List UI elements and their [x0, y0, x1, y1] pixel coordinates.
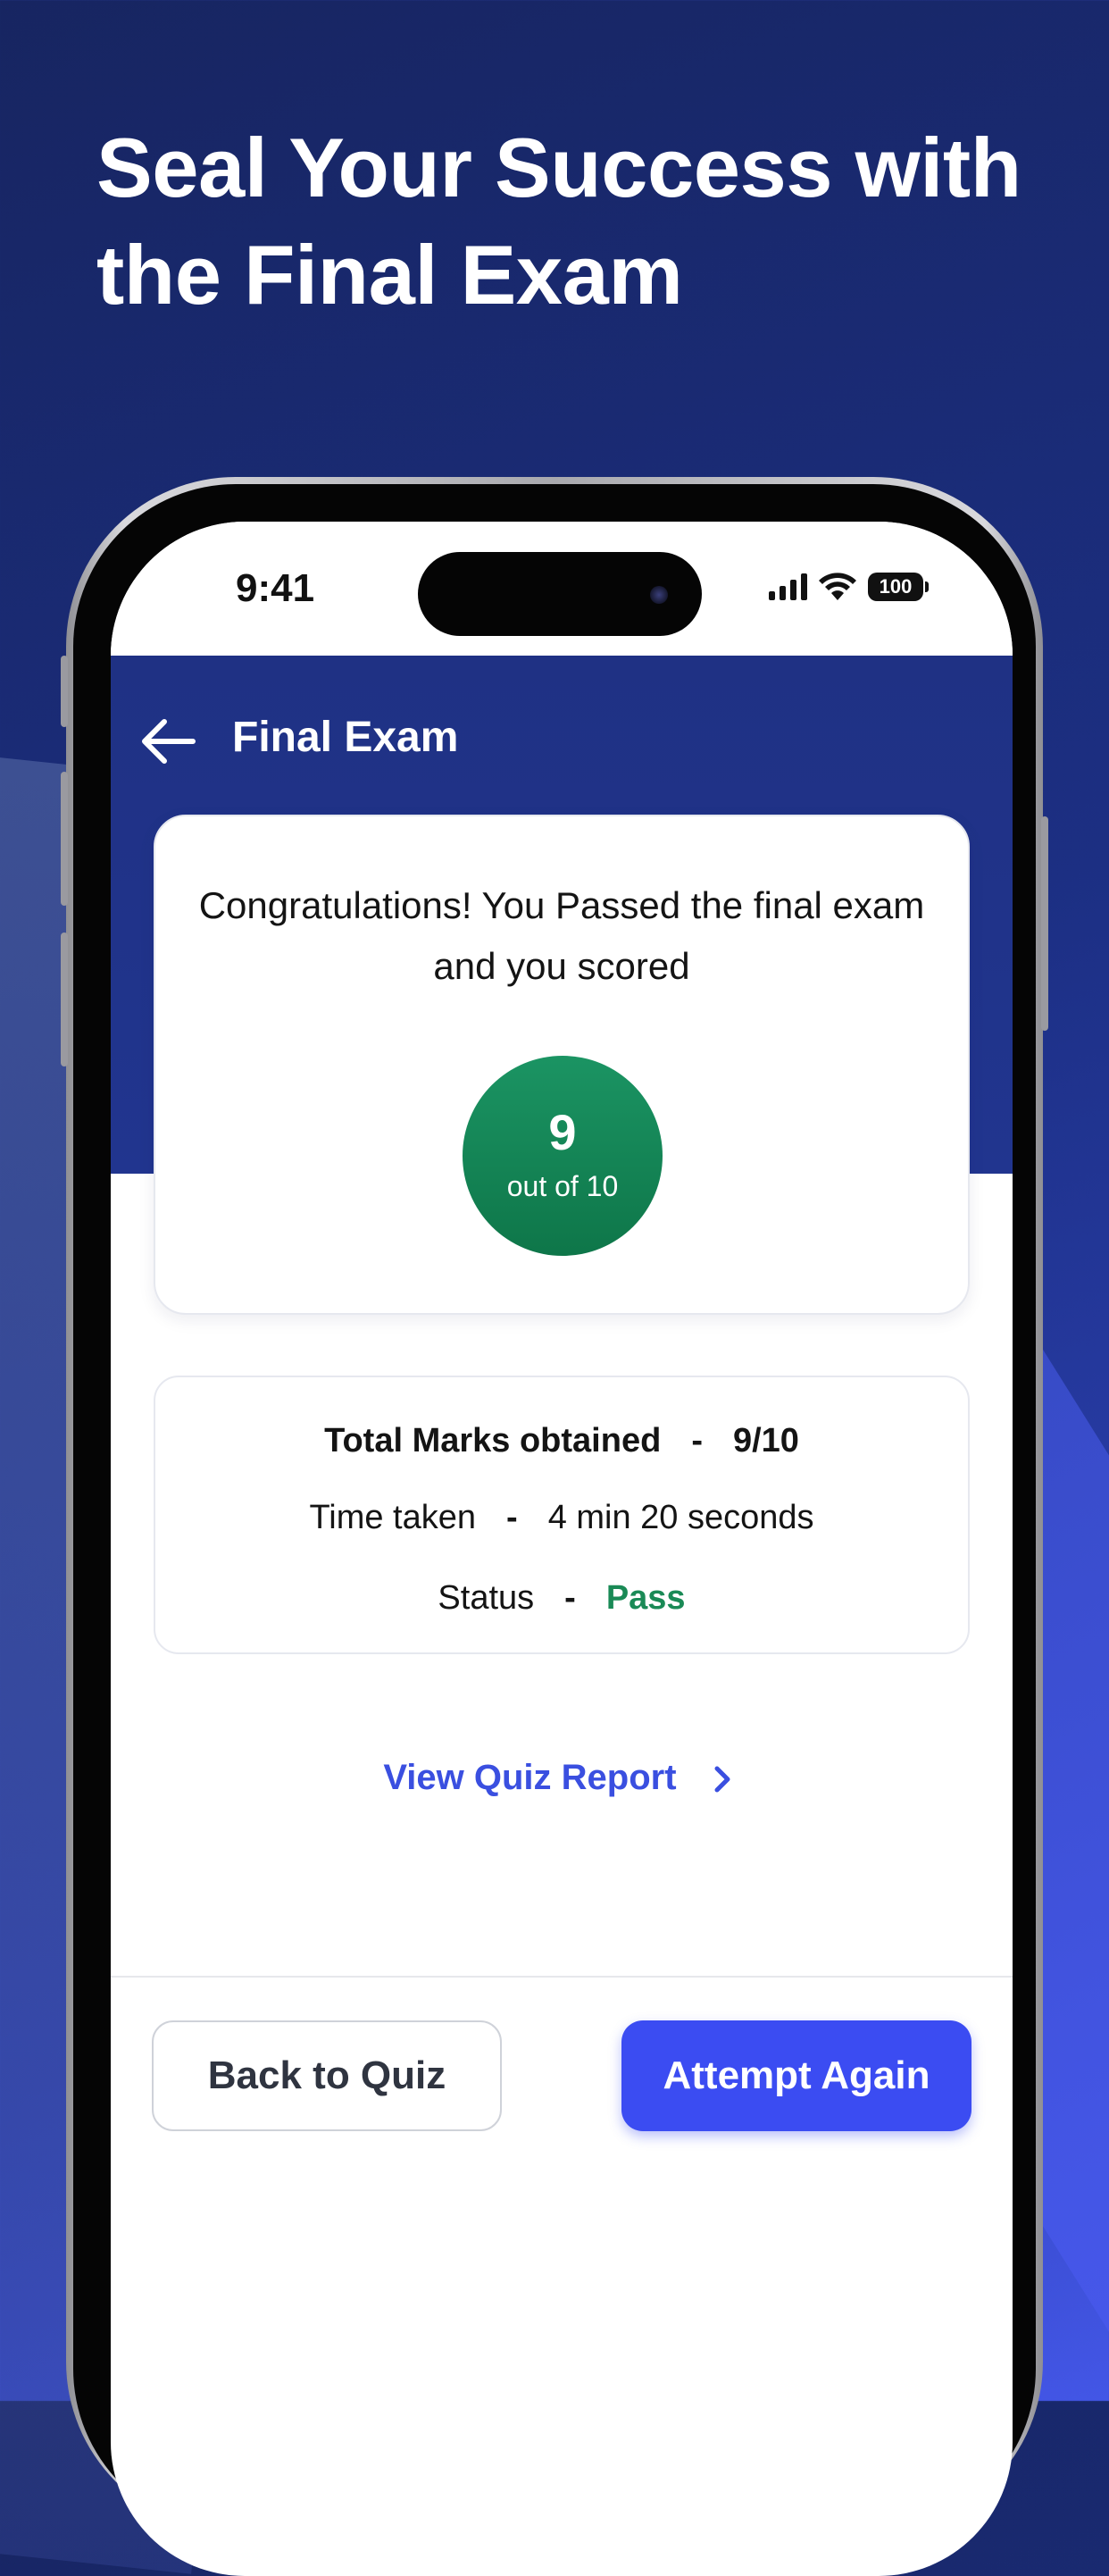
phone-side-button	[61, 656, 68, 727]
phone-frame: 9:41 100 Final Exam Congratulations! You…	[61, 477, 1048, 2576]
attempt-again-button[interactable]: Attempt Again	[621, 2020, 971, 2131]
promo-headline: Seal Your Success with the Final Exam	[96, 114, 1043, 329]
status-label: Status	[438, 1579, 535, 1617]
front-camera-icon	[650, 586, 668, 604]
total-marks-label: Total Marks obtained	[324, 1422, 662, 1459]
score-value: 9	[548, 1104, 577, 1160]
promo-headline-line-2: the Final Exam	[96, 228, 683, 322]
back-to-quiz-button[interactable]: Back to Quiz	[152, 2020, 502, 2131]
view-quiz-report-label: View Quiz Report	[383, 1758, 677, 1797]
status-time: 9:41	[236, 566, 315, 610]
congratulations-message: Congratulations! You Passed the final ex…	[198, 884, 925, 987]
status-row: Status - Pass	[155, 1579, 968, 1618]
phone-screen: 9:41 100 Final Exam Congratulations! You…	[111, 522, 1013, 2576]
total-marks-value: 9/10	[732, 1422, 799, 1459]
score-badge: 9 out of 10	[463, 1056, 663, 1256]
phone-volume-up-button	[61, 772, 68, 906]
battery-level: 100	[879, 575, 913, 598]
status-value: Pass	[605, 1579, 686, 1617]
phone-power-button	[1041, 816, 1048, 1031]
score-caption: out of 10	[506, 1170, 619, 1202]
wifi-icon	[819, 573, 856, 600]
chevron-right-icon	[714, 1766, 730, 1793]
separator: -	[506, 1499, 518, 1536]
time-taken-row: Time taken -4 min 20 seconds	[155, 1499, 968, 1537]
status-icons: 100	[769, 572, 929, 602]
phone-volume-down-button	[61, 933, 68, 1066]
separator: -	[564, 1579, 576, 1617]
total-marks-row: Total Marks obtained -9/10	[155, 1422, 968, 1460]
phone-bezel: 9:41 100 Final Exam Congratulations! You…	[73, 484, 1036, 2576]
page-title: Final Exam	[232, 714, 459, 761]
separator: -	[691, 1422, 703, 1459]
cellular-signal-icon	[769, 573, 807, 600]
footer-divider	[111, 1976, 1013, 1978]
summary-card: Total Marks obtained -9/10 Time taken -4 m…	[154, 1376, 970, 1654]
status-bar: 9:41 100	[111, 522, 1013, 656]
result-card: Congratulations! You Passed the final ex…	[154, 815, 970, 1315]
view-quiz-report-link[interactable]: View Quiz Report	[111, 1758, 1013, 1798]
time-taken-value: 4 min 20 seconds	[547, 1499, 814, 1536]
promo-headline-line-1: Seal Your Success with	[96, 121, 1021, 214]
dynamic-island	[418, 552, 702, 636]
back-arrow-icon[interactable]	[138, 715, 200, 768]
battery-icon: 100	[868, 573, 929, 601]
time-taken-label: Time taken	[309, 1499, 477, 1536]
